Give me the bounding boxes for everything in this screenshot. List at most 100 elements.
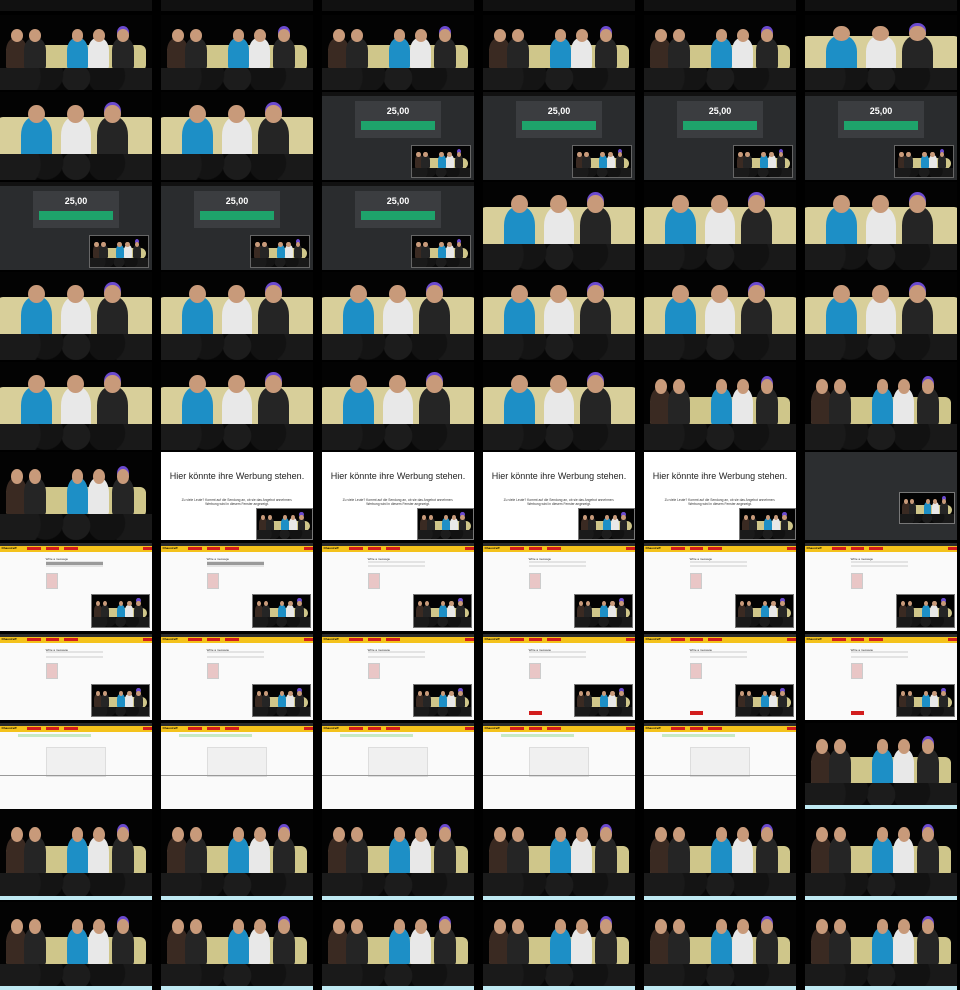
nav-button[interactable] <box>625 727 635 731</box>
site-brand[interactable]: Chaostreff <box>163 546 178 550</box>
nav-button[interactable] <box>142 727 152 731</box>
nav-button[interactable] <box>349 638 364 642</box>
site-brand[interactable]: Chaostreff <box>646 637 661 641</box>
nav-button[interactable] <box>832 547 847 551</box>
nav-button[interactable] <box>671 638 686 642</box>
form-field[interactable] <box>850 651 909 654</box>
form-field[interactable] <box>528 565 587 567</box>
nav-button[interactable] <box>303 638 313 642</box>
form-field[interactable] <box>528 560 587 563</box>
nav-button[interactable] <box>671 547 686 551</box>
nav-button[interactable] <box>464 547 474 551</box>
submit-button[interactable] <box>689 711 704 715</box>
dropdown-highlight[interactable] <box>45 562 104 565</box>
form-field[interactable] <box>528 651 587 654</box>
form-field[interactable] <box>45 651 104 654</box>
nav-button[interactable] <box>349 547 364 551</box>
form-field[interactable] <box>528 655 587 658</box>
nav-button[interactable] <box>546 727 561 731</box>
form-field[interactable] <box>45 655 104 658</box>
dropdown-highlight[interactable] <box>206 562 265 565</box>
form-field[interactable] <box>367 651 426 654</box>
nav-button[interactable] <box>188 547 203 551</box>
nav-button[interactable] <box>385 547 400 551</box>
form-field[interactable] <box>689 560 748 563</box>
form-field[interactable] <box>367 655 426 658</box>
form-field[interactable] <box>689 565 748 567</box>
site-brand[interactable]: Chaostreff <box>807 637 822 641</box>
form-field[interactable] <box>850 565 909 567</box>
form-field[interactable] <box>367 560 426 563</box>
site-brand[interactable]: Chaostreff <box>324 637 339 641</box>
site-brand[interactable]: Chaostreff <box>646 546 661 550</box>
nav-button[interactable] <box>206 547 221 551</box>
confirm-button[interactable] <box>360 211 436 220</box>
site-brand[interactable]: Chaostreff <box>485 546 500 550</box>
nav-button[interactable] <box>707 638 722 642</box>
nav-button[interactable] <box>385 638 400 642</box>
nav-button[interactable] <box>546 638 561 642</box>
nav-button[interactable] <box>188 727 203 731</box>
form-field[interactable] <box>367 565 426 567</box>
site-brand[interactable]: Chaostreff <box>807 546 822 550</box>
nav-button[interactable] <box>142 547 152 551</box>
nav-button[interactable] <box>45 638 60 642</box>
nav-button[interactable] <box>868 547 883 551</box>
nav-button[interactable] <box>27 727 42 731</box>
site-brand[interactable]: Chaostreff <box>2 726 17 730</box>
nav-button[interactable] <box>528 547 543 551</box>
nav-button[interactable] <box>385 727 400 731</box>
nav-button[interactable] <box>689 727 704 731</box>
nav-button[interactable] <box>464 727 474 731</box>
nav-button[interactable] <box>367 547 382 551</box>
nav-button[interactable] <box>142 638 152 642</box>
nav-button[interactable] <box>63 547 78 551</box>
nav-button[interactable] <box>188 638 203 642</box>
form-field[interactable] <box>206 651 265 654</box>
nav-button[interactable] <box>707 727 722 731</box>
nav-button[interactable] <box>464 638 474 642</box>
form-field[interactable] <box>45 565 104 567</box>
site-brand[interactable]: Chaostreff <box>324 546 339 550</box>
form-field[interactable] <box>206 655 265 658</box>
form-field[interactable] <box>850 560 909 563</box>
nav-button[interactable] <box>63 727 78 731</box>
nav-button[interactable] <box>625 547 635 551</box>
nav-button[interactable] <box>367 727 382 731</box>
nav-button[interactable] <box>45 547 60 551</box>
nav-button[interactable] <box>689 638 704 642</box>
form-field[interactable] <box>206 565 265 567</box>
nav-button[interactable] <box>63 638 78 642</box>
nav-button[interactable] <box>625 638 635 642</box>
nav-button[interactable] <box>528 727 543 731</box>
nav-button[interactable] <box>689 547 704 551</box>
nav-button[interactable] <box>850 547 865 551</box>
nav-button[interactable] <box>45 727 60 731</box>
site-brand[interactable]: Chaostreff <box>2 546 17 550</box>
site-brand[interactable]: Chaostreff <box>646 726 661 730</box>
nav-button[interactable] <box>707 547 722 551</box>
nav-button[interactable] <box>27 638 42 642</box>
form-field[interactable] <box>689 651 748 654</box>
form-field[interactable] <box>850 655 909 658</box>
nav-button[interactable] <box>224 638 239 642</box>
site-brand[interactable]: Chaostreff <box>485 637 500 641</box>
nav-button[interactable] <box>528 638 543 642</box>
site-brand[interactable]: Chaostreff <box>163 726 178 730</box>
nav-button[interactable] <box>27 547 42 551</box>
nav-button[interactable] <box>786 638 796 642</box>
nav-button[interactable] <box>510 547 525 551</box>
site-brand[interactable]: Chaostreff <box>2 637 17 641</box>
nav-button[interactable] <box>671 727 686 731</box>
form-field[interactable] <box>689 655 748 658</box>
nav-button[interactable] <box>868 638 883 642</box>
submit-button[interactable] <box>528 711 543 715</box>
nav-button[interactable] <box>224 727 239 731</box>
nav-button[interactable] <box>947 638 957 642</box>
nav-button[interactable] <box>510 638 525 642</box>
nav-button[interactable] <box>224 547 239 551</box>
confirm-button[interactable] <box>843 121 919 130</box>
nav-button[interactable] <box>546 547 561 551</box>
nav-button[interactable] <box>832 638 847 642</box>
submit-button[interactable] <box>850 711 865 715</box>
